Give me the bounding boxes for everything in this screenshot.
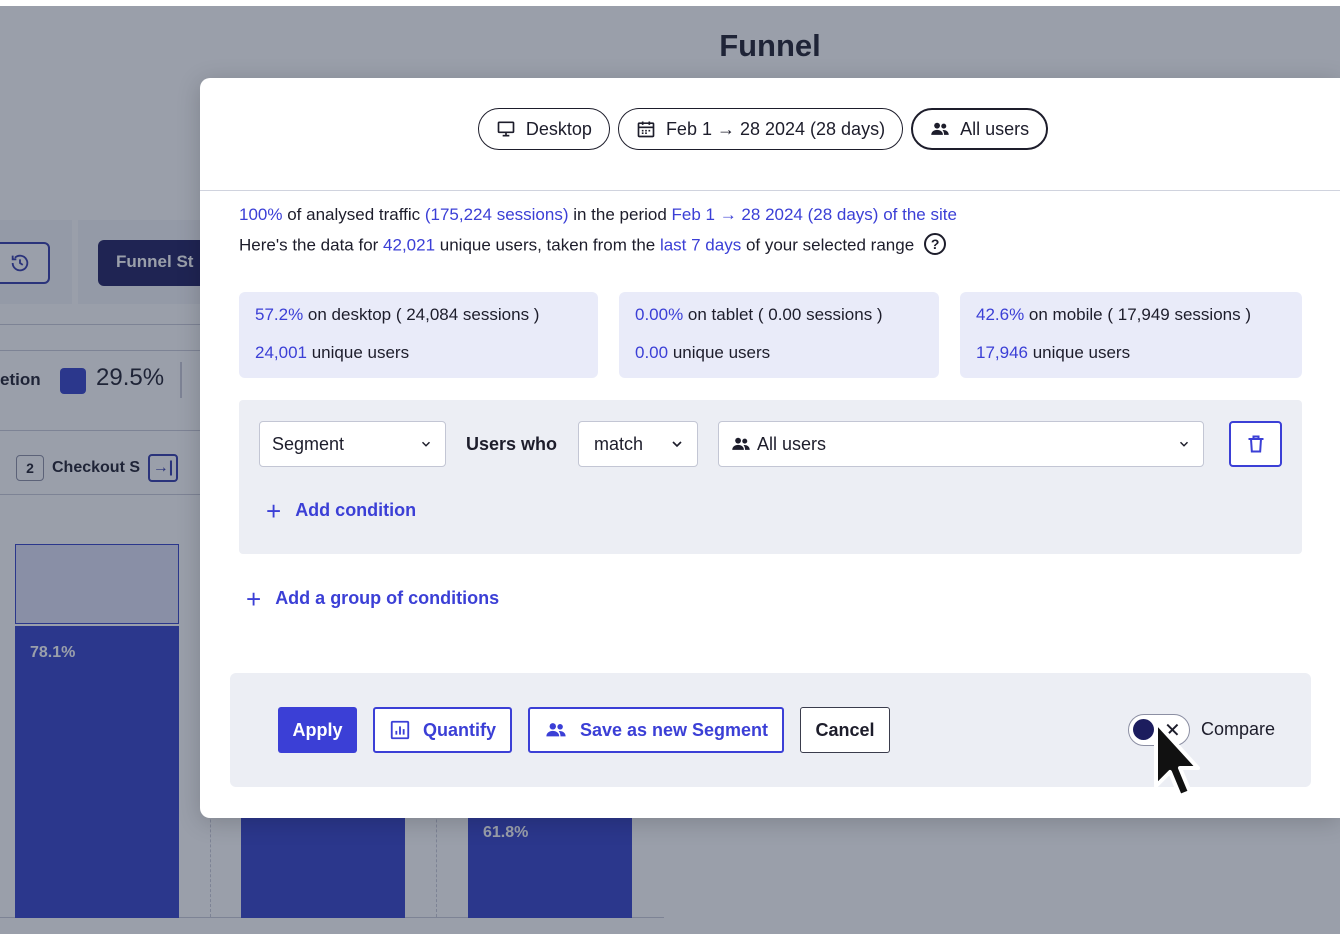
stat-users-label: unique users — [307, 343, 410, 362]
summary-text: unique users, taken from the — [435, 235, 660, 255]
chart-icon — [390, 720, 410, 740]
chevron-down-icon — [672, 441, 682, 448]
traffic-summary: 100% of analysed traffic (175,224 sessio… — [239, 205, 957, 225]
stat-users-count: 24,001 — [255, 343, 307, 362]
add-group-button[interactable]: + Add a group of conditions — [246, 583, 500, 614]
users-icon — [931, 122, 949, 135]
device-filter-label: Desktop — [525, 118, 592, 139]
header-divider — [200, 190, 1340, 191]
device-filter-pill[interactable]: Desktop — [477, 108, 610, 150]
delete-condition-button[interactable] — [1229, 421, 1282, 467]
summary-text: in the period — [568, 205, 672, 224]
calendar-icon — [637, 121, 655, 138]
summary-text: of your selected range — [741, 235, 915, 255]
unique-users-count: 42,021 — [383, 235, 436, 255]
users-summary: Here's the data for 42,021 unique users,… — [239, 233, 947, 257]
add-condition-button[interactable]: + Add condition — [266, 495, 417, 526]
toggle-knob — [1133, 719, 1154, 740]
summary-text: of analysed traffic — [282, 205, 425, 224]
condition-type-select[interactable]: Segment — [259, 421, 446, 467]
stat-sessions: on mobile ( 17,949 sessions ) — [1024, 305, 1251, 324]
match-select[interactable]: match — [578, 421, 698, 467]
trash-icon — [1248, 435, 1263, 453]
chevron-down-icon — [1179, 441, 1189, 447]
filter-pills: Desktop Feb 1 → 28 2024 (28 days) All us… — [200, 108, 1340, 152]
compare-label: Compare — [1201, 719, 1276, 739]
tablet-stat-card: 0.00% on tablet ( 0.00 sessions ) 0.00 u… — [619, 292, 939, 378]
stat-percentage: 0.00% — [635, 305, 684, 324]
stat-users-label: unique users — [1028, 343, 1131, 362]
date-filter-pill[interactable]: Feb 1 → 28 2024 (28 days) — [617, 108, 904, 150]
users-who-label: Users who — [466, 434, 558, 454]
stat-users-count: 17,946 — [976, 343, 1028, 362]
users-icon — [546, 723, 566, 737]
mouse-cursor-icon — [1154, 720, 1200, 798]
cancel-button[interactable]: Cancel — [800, 707, 890, 753]
users-icon — [732, 437, 750, 450]
segment-modal: Desktop Feb 1 → 28 2024 (28 days) All us… — [200, 78, 1340, 818]
segment-filter-label: All users — [960, 118, 1030, 139]
chevron-down-icon — [421, 441, 431, 447]
quantify-label: Quantify — [422, 719, 496, 740]
mobile-stat-card: 42.6% on mobile ( 17,949 sessions ) 17,9… — [960, 292, 1302, 378]
plus-icon: + — [246, 583, 262, 614]
segment-value: All users — [757, 433, 827, 454]
stat-sessions: on desktop ( 24,084 sessions ) — [303, 305, 540, 324]
help-icon[interactable]: ? — [924, 233, 947, 255]
stat-users-label: unique users — [668, 343, 771, 362]
period-text: Feb 1 → 28 2024 (28 days) of the site — [671, 205, 957, 224]
monitor-icon — [497, 121, 515, 137]
date-filter-label: Feb 1 → 28 2024 (28 days) — [665, 118, 886, 139]
modal-footer: Apply Quantify Save as new Segment Cance… — [230, 673, 1311, 787]
match-value: match — [594, 433, 644, 454]
range-text: last 7 days — [659, 235, 742, 255]
stat-sessions: on tablet ( 0.00 sessions ) — [683, 305, 883, 324]
traffic-percentage: 100% — [239, 205, 283, 224]
segment-filter-pill[interactable]: All users — [911, 108, 1049, 150]
save-segment-label: Save as new Segment — [579, 719, 769, 740]
stat-users-count: 0.00 — [635, 343, 669, 362]
segment-select[interactable]: All users — [718, 421, 1204, 467]
desktop-stat-card: 57.2% on desktop ( 24,084 sessions ) 24,… — [239, 292, 598, 378]
stat-percentage: 42.6% — [976, 305, 1025, 324]
condition-type-value: Segment — [272, 433, 345, 454]
plus-icon: + — [266, 495, 282, 526]
add-group-label: Add a group of conditions — [275, 588, 500, 608]
add-condition-label: Add condition — [295, 500, 417, 520]
save-segment-button[interactable]: Save as new Segment — [528, 707, 784, 753]
apply-button[interactable]: Apply — [278, 707, 357, 753]
condition-group: Segment Users who match All users + Add … — [239, 400, 1302, 554]
summary-text: Here's the data for — [239, 235, 384, 255]
stat-percentage: 57.2% — [255, 305, 304, 324]
quantify-button[interactable]: Quantify — [373, 707, 512, 753]
sessions-count: (175,224 sessions) — [424, 205, 569, 224]
